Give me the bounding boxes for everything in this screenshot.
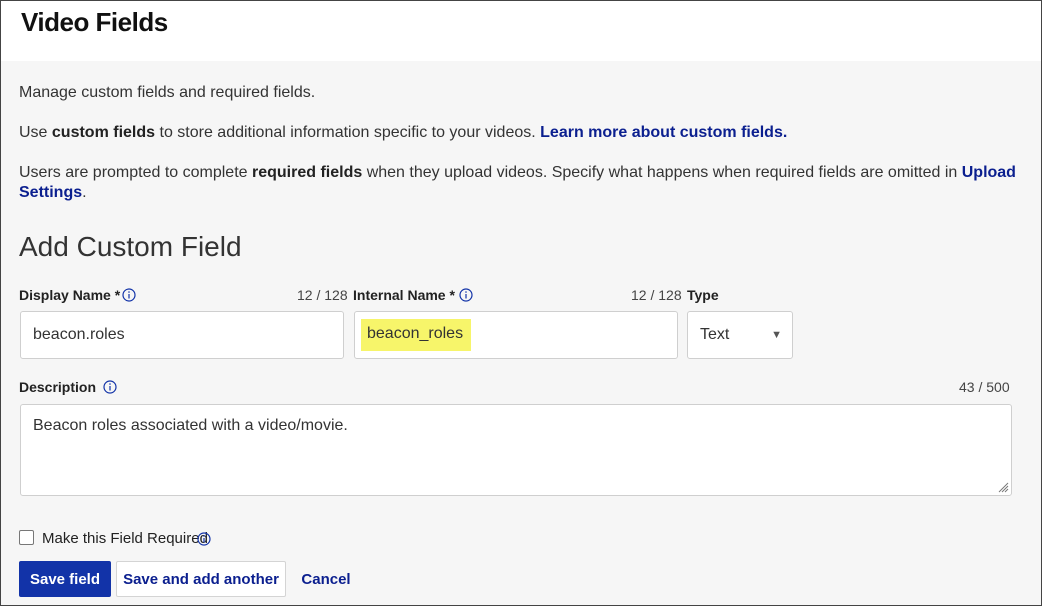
info-circle-icon[interactable] xyxy=(197,532,211,546)
cancel-button[interactable]: Cancel xyxy=(295,561,357,597)
save-and-add-another-button[interactable]: Save and add another xyxy=(116,561,286,597)
resize-grip-icon[interactable] xyxy=(997,481,1009,493)
info-circle-icon[interactable] xyxy=(122,288,136,302)
internal-name-input[interactable]: beacon_roles xyxy=(354,311,678,359)
save-field-button[interactable]: Save field xyxy=(19,561,111,597)
intro-line-3: Users are prompted to complete required … xyxy=(19,163,1019,203)
intro-text: Manage custom fields and required fields… xyxy=(19,84,316,101)
display-name-input[interactable]: beacon.roles xyxy=(20,311,344,359)
description-value: Beacon roles associated with a video/mov… xyxy=(33,417,348,434)
display-name-label: Display Name * xyxy=(19,287,121,303)
internal-name-value: beacon_roles xyxy=(361,319,472,351)
description-textarea[interactable]: Beacon roles associated with a video/mov… xyxy=(20,404,1012,496)
required-checkbox[interactable] xyxy=(19,530,34,545)
display-name-value: beacon.roles xyxy=(33,326,125,343)
intro-text: Users are prompted to complete xyxy=(19,164,252,181)
type-value: Text xyxy=(700,326,730,343)
intro-text: when they upload videos. Specify what ha… xyxy=(362,164,962,181)
custom-fields-emphasis: custom fields xyxy=(51,124,156,141)
description-counter: 43 / 500 xyxy=(959,379,1010,395)
caret-down-icon: ▼ xyxy=(771,329,782,341)
intro-text: Use xyxy=(19,124,52,141)
internal-name-label: Internal Name * xyxy=(353,287,455,303)
intro-line-2: Use custom fields to store additional in… xyxy=(19,123,787,143)
info-circle-icon[interactable] xyxy=(103,380,117,394)
intro-text: . xyxy=(82,184,87,201)
required-fields-emphasis: required fields xyxy=(252,164,363,181)
learn-more-link[interactable]: Learn more about custom fields. xyxy=(540,124,787,141)
page-title: Video Fields xyxy=(21,7,168,37)
type-select[interactable]: Text ▼ xyxy=(687,311,793,359)
type-label: Type xyxy=(687,287,719,303)
intro-line-1: Manage custom fields and required fields… xyxy=(19,83,315,103)
description-label: Description xyxy=(19,379,97,395)
display-name-counter: 12 / 128 xyxy=(297,287,348,303)
section-title: Add Custom Field xyxy=(19,231,242,262)
info-circle-icon[interactable] xyxy=(459,288,473,302)
intro-text: to store additional information specific… xyxy=(155,124,541,141)
internal-name-counter: 12 / 128 xyxy=(631,287,682,303)
page-header: Video Fields xyxy=(1,1,1041,61)
required-checkbox-label[interactable]: Make this Field Required xyxy=(42,530,208,547)
page-frame: Video Fields Manage custom fields and re… xyxy=(0,0,1042,606)
